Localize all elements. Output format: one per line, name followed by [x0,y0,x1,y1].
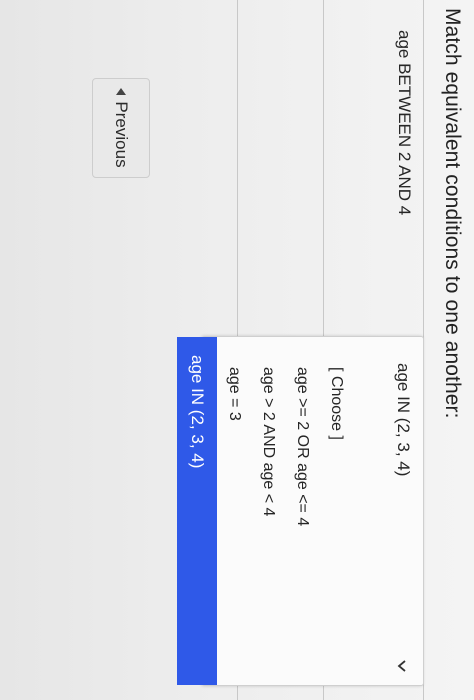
dropdown-options-list: [ Choose ] age >= 2 OR age <= 4 age > 2 … [177,337,353,685]
dropdown-option-choose[interactable]: [ Choose ] [319,337,353,685]
page-title: Match equivalent conditions to one anoth… [441,8,464,419]
dropdown-option[interactable]: age >= 2 OR age <= 4 [285,337,319,685]
dropdown-selected-value: age IN (2, 3, 4) [394,363,413,477]
previous-button-label: Previous [112,101,131,168]
dropdown-option[interactable]: age = 3 [217,337,251,685]
match-answer-dropdown[interactable]: age IN (2, 3, 4) [ Choose ] age >= 2 OR … [177,336,424,686]
quiz-screen: Match equivalent conditions to one anoth… [0,0,474,700]
triangle-left-icon [116,88,126,96]
previous-button[interactable]: Previous [92,78,150,178]
dropdown-option[interactable]: age > 2 AND age < 4 [251,337,285,685]
chevron-down-icon[interactable] [391,655,413,677]
dropdown-option-highlighted[interactable]: age IN (2, 3, 4) [177,337,217,685]
match-prompt-label: age BETWEEN 2 AND 4 [395,30,414,216]
